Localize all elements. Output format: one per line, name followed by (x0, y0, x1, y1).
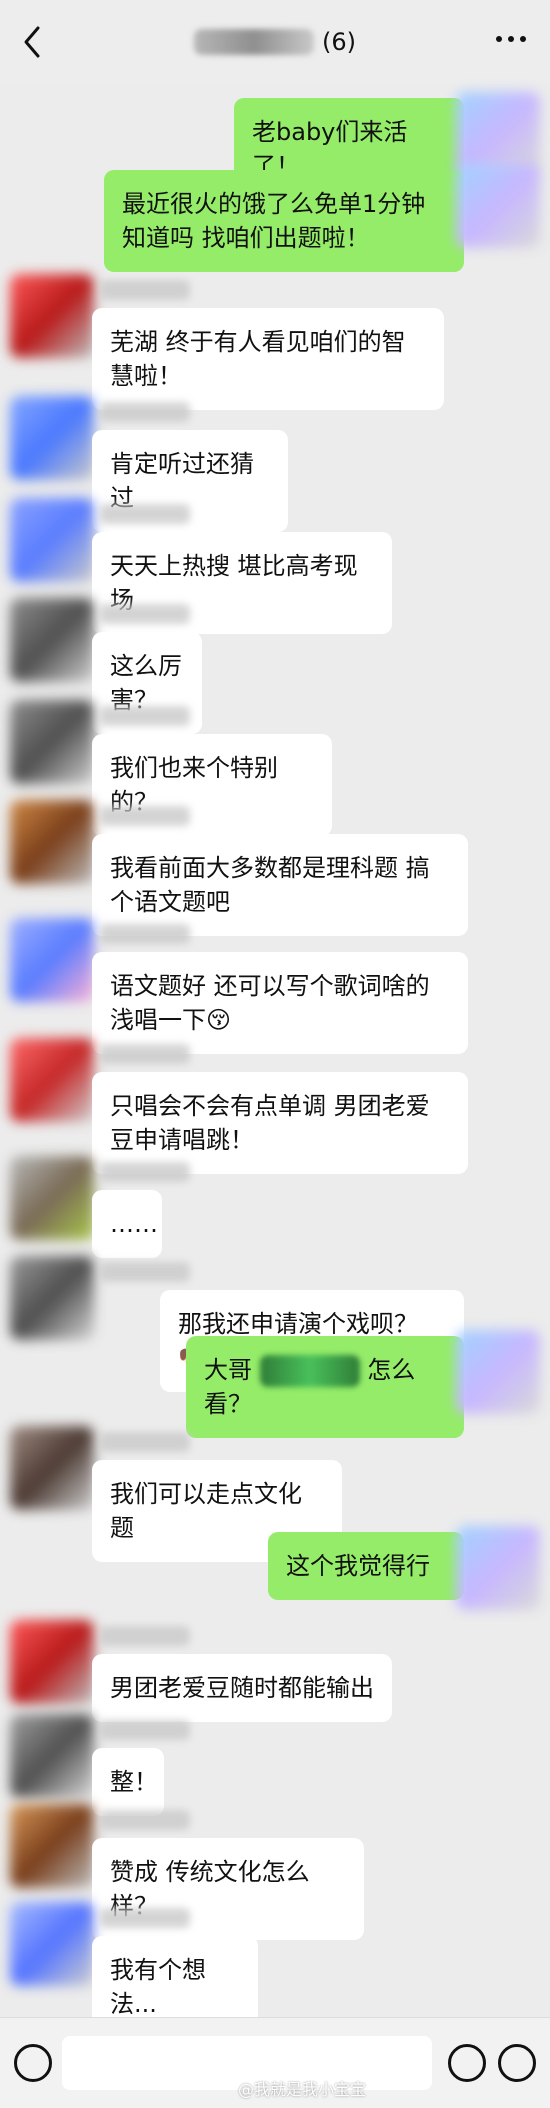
message-bubble: 芜湖 终于有人看见咱们的智慧啦！ (92, 308, 444, 410)
more-dots-icon[interactable] (496, 36, 526, 46)
avatar[interactable] (456, 1330, 540, 1414)
chat-area: 老baby们来活了！ 最近很火的饿了么免单1分钟知道吗 找咱们出题啦！ 芜湖 终… (0, 84, 550, 2038)
voice-icon[interactable] (14, 2044, 52, 2082)
avatar[interactable] (10, 1256, 94, 1340)
redacted-sender-name (100, 806, 190, 826)
avatar[interactable] (456, 164, 540, 248)
avatar[interactable] (10, 1902, 94, 1986)
redacted-sender-name (100, 280, 190, 300)
message-bubble: 最近很火的饿了么免单1分钟知道吗 找咱们出题啦！ (104, 170, 464, 272)
avatar[interactable] (10, 918, 94, 1002)
message-bubble: 只唱会不会有点单调 男团老爱豆申请唱跳！ (92, 1072, 468, 1174)
avatar[interactable] (10, 1620, 94, 1704)
avatar[interactable] (10, 1804, 94, 1888)
input-bar: @我就是我小宝宝 (0, 2017, 550, 2108)
redacted-sender-name (100, 1432, 190, 1452)
redacted-sender-name (100, 1626, 190, 1646)
message-bubble: 男团老爱豆随时都能输出 (92, 1654, 392, 1722)
message-bubble: 语文题好 还可以写个歌词啥的浅唱一下😚 (92, 952, 468, 1054)
avatar[interactable] (10, 1714, 94, 1798)
avatar[interactable] (10, 1426, 94, 1510)
redacted-sender-name (100, 604, 190, 624)
top-bar: (6) (0, 0, 550, 84)
avatar[interactable] (10, 1038, 94, 1122)
redacted-sender-name (100, 1262, 190, 1282)
message-bubble: 这个我觉得行 (268, 1532, 464, 1600)
avatar[interactable] (10, 800, 94, 884)
watermark: @我就是我小宝宝 (238, 2080, 367, 2099)
redacted-sender-name (100, 924, 190, 944)
avatar[interactable] (456, 1526, 540, 1610)
message-bubble: …… (92, 1190, 162, 1258)
member-count: (6) (322, 28, 356, 56)
avatar[interactable] (10, 396, 94, 480)
redacted-group-name (194, 29, 314, 55)
emoji-icon[interactable] (448, 2044, 486, 2082)
plus-icon[interactable] (498, 2044, 536, 2082)
avatar[interactable] (10, 1156, 94, 1240)
redacted-name (259, 1355, 360, 1387)
redacted-sender-name (100, 706, 190, 726)
avatar[interactable] (10, 598, 94, 682)
redacted-sender-name (100, 402, 190, 422)
avatar[interactable] (10, 700, 94, 784)
redacted-sender-name (100, 1044, 190, 1064)
redacted-sender-name (100, 1720, 190, 1740)
message-bubble: 整！ (92, 1748, 164, 1816)
redacted-sender-name (100, 1908, 190, 1928)
chat-title: (6) (0, 0, 550, 84)
avatar[interactable] (10, 274, 94, 358)
avatar[interactable] (10, 498, 94, 582)
redacted-sender-name (100, 1810, 190, 1830)
redacted-sender-name (100, 504, 190, 524)
message-bubble: 我看前面大多数都是理科题 搞个语文题吧 (92, 834, 468, 936)
redacted-sender-name (100, 1162, 190, 1182)
message-bubble: 大哥 怎么看？ (186, 1336, 464, 1438)
message-text-prefix: 大哥 (204, 1356, 252, 1384)
